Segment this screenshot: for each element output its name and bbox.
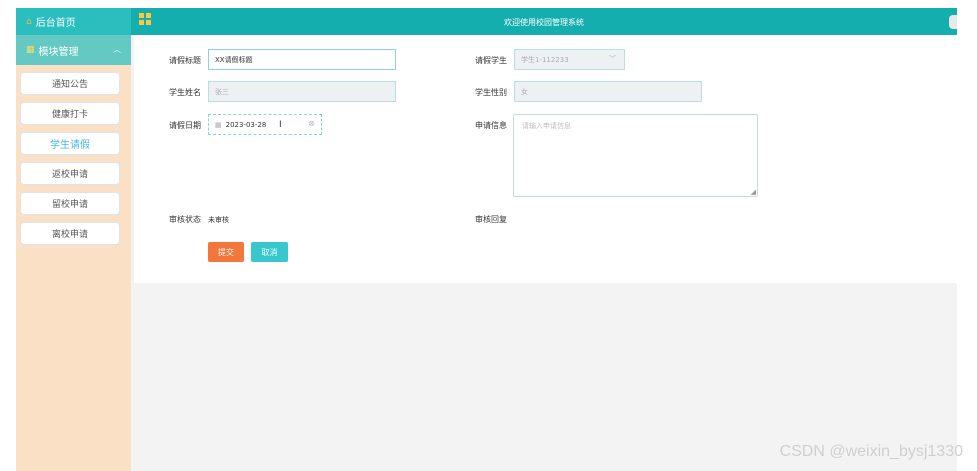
apply-info-placeholder: 请输入申请信息 (522, 122, 571, 130)
sidebar-home[interactable]: ⌂ 后台首页 (16, 8, 131, 35)
sidebar-home-label: 后台首页 (35, 18, 76, 29)
student-name-input[interactable]: 张三 (208, 81, 396, 102)
student-gender-label: 学生性别 (475, 88, 507, 97)
leave-title-input[interactable]: XX请假标题 (208, 49, 396, 70)
leave-date-picker[interactable]: ▦ 2023-03-28 I ⊗ (208, 114, 322, 135)
sidebar-item-stay[interactable]: 留校申请 (20, 192, 120, 215)
sidebar: ⌂ 后台首页 ▦ 模块管理 ︿ 通知公告 健康打卡 学生请假 返校申请 留校申请… (16, 8, 131, 471)
page-title: 欢迎使用校园管理系统 (504, 18, 584, 27)
sidebar-group-label: 模块管理 (38, 46, 79, 58)
top-bar: 欢迎使用校园管理系统 (131, 8, 957, 35)
submit-button[interactable]: 提交 (208, 242, 244, 262)
leave-date-value: 2023-03-28 (225, 120, 267, 129)
calendar-icon: ▦ (215, 120, 222, 129)
apply-info-label: 申请信息 (475, 121, 507, 130)
main-area: 请假标题 XX请假标题 请假学生 学生1-112233 ﹀ 学生姓名 张三 学生… (131, 35, 957, 471)
leave-title-label: 请假标题 (169, 56, 201, 65)
text-cursor-icon: I (279, 120, 282, 130)
review-reply-label: 审核回复 (475, 215, 507, 224)
review-status-value: 未审核 (208, 216, 229, 224)
apply-info-textarea[interactable]: 请输入申请信息 ◢ (513, 114, 758, 197)
student-gender-input[interactable]: 女 (514, 81, 702, 102)
student-name-label: 学生姓名 (169, 88, 201, 97)
resize-handle-icon[interactable]: ◢ (751, 188, 756, 196)
clear-icon[interactable]: ⊗ (308, 119, 315, 128)
review-status-label: 审核状态 (169, 215, 201, 224)
watermark: CSDN @weixin_bysj1330 (779, 443, 963, 460)
form-card: 请假标题 XX请假标题 请假学生 学生1-112233 ﹀ 学生姓名 张三 学生… (134, 35, 957, 283)
sidebar-item-return[interactable]: 返校申请 (20, 162, 120, 185)
cancel-button[interactable]: 取消 (251, 242, 288, 262)
leave-student-select[interactable]: 学生1-112233 ﹀ (514, 49, 625, 70)
chevron-down-icon: ﹀ (609, 55, 616, 63)
leave-date-label: 请假日期 (169, 121, 201, 130)
home-icon: ⌂ (26, 16, 32, 27)
leave-student-label: 请假学生 (475, 56, 507, 65)
chevron-up-icon[interactable]: ︿ (113, 44, 121, 55)
sidebar-group-module[interactable]: ▦ 模块管理 ︿ (16, 35, 131, 65)
grid-icon: ▦ (26, 45, 35, 55)
sidebar-item-leave[interactable]: 学生请假 (20, 132, 120, 155)
avatar-icon[interactable] (949, 15, 957, 29)
sidebar-item-notice[interactable]: 通知公告 (20, 72, 120, 95)
sidebar-item-health[interactable]: 健康打卡 (20, 102, 120, 125)
sidebar-item-depart[interactable]: 离校申请 (20, 222, 120, 245)
leave-student-value: 学生1-112233 (521, 55, 569, 64)
